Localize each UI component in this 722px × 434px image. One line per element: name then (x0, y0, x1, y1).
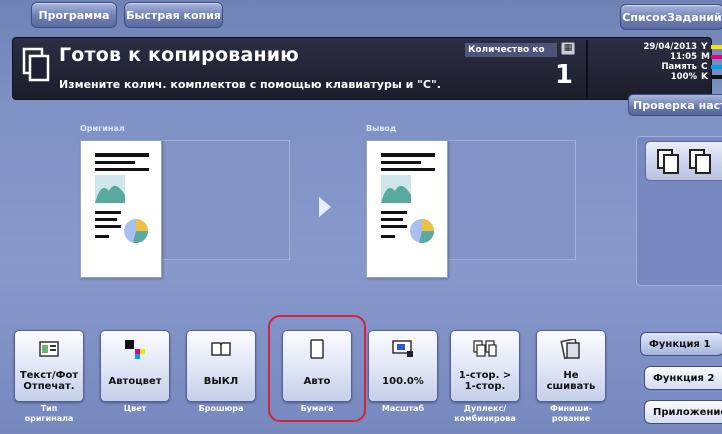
duplex-shortcut-button[interactable] (645, 141, 722, 181)
duplex-copy-icon (657, 149, 711, 174)
color-value: Автоцвет (108, 375, 162, 387)
arrow-right-icon (319, 197, 331, 217)
zoom-icon (392, 340, 413, 357)
booklet-button[interactable]: ВЫКЛ (186, 330, 256, 402)
original-type-icon (39, 341, 59, 357)
duplex-button[interactable]: 1-стор. > 1-стор. (450, 330, 520, 402)
status-bar: Готов к копированию Измените колич. комп… (12, 37, 722, 100)
toner-magenta: M (701, 52, 722, 62)
copy-quantity-value[interactable]: 1 (513, 60, 573, 90)
output-label: Вывод (366, 124, 397, 133)
tab-quick-copy[interactable]: Быстрая копия (124, 2, 223, 28)
copy-mode-panel (636, 136, 722, 286)
status-title: Готов к копированию (59, 44, 299, 66)
check-settings-button[interactable]: Проверка настро (628, 94, 722, 116)
device-info: 29/04/2013 11:05 Память 100% (615, 42, 697, 82)
copy-quantity-label: Количество ко (465, 43, 557, 57)
status-message: Измените колич. комплектов с помощью кла… (59, 78, 441, 91)
application-tab[interactable]: Приложение (644, 400, 722, 424)
toner-levels: Y M C K (701, 42, 722, 82)
color-icon (125, 340, 145, 359)
output-page-preview (366, 140, 448, 278)
toner-black: K (701, 72, 722, 82)
color-caption: Цвет (123, 404, 147, 413)
booklet-icon (211, 342, 231, 356)
zoom-button[interactable]: 100.0% (368, 330, 438, 402)
time-text: 11:05 (669, 52, 697, 62)
date-text: 29/04/2013 (643, 42, 697, 52)
booklet-value: ВЫКЛ (203, 375, 239, 387)
original-page-preview (80, 140, 162, 278)
document-thumbnail-icon (381, 153, 435, 243)
duplex-icon (473, 340, 497, 357)
finishing-caption: Финиши- рование (549, 404, 593, 423)
original-type-button[interactable]: Текст/Фот Отпечат. (14, 330, 84, 402)
finishing-value: Не сшивать (546, 370, 596, 392)
zoom-value: 100.0% (382, 375, 424, 387)
finishing-button[interactable]: Не сшивать (536, 330, 606, 402)
tab-program[interactable]: Программа (31, 2, 117, 28)
paper-button-highlight (268, 315, 366, 422)
original-type-value: Текст/Фот Отпечат. (19, 370, 79, 392)
toner-cyan: C (701, 62, 722, 72)
booklet-caption: Брошюра (198, 404, 244, 413)
copy-icon (22, 47, 50, 82)
copy-screen: Программа Быстрая копия СписокЗаданий Го… (0, 0, 722, 434)
zoom-caption: Масштаб (381, 404, 425, 413)
tab-job-list[interactable]: СписокЗаданий (620, 4, 722, 30)
status-divider (586, 40, 588, 97)
function-2-tab[interactable]: Функция 2 (644, 366, 722, 390)
memory-value: 100% (670, 72, 697, 82)
memory-label: Память (661, 62, 697, 72)
color-button[interactable]: Автоцвет (100, 330, 170, 402)
duplex-value: 1-стор. > 1-стор. (458, 370, 512, 392)
finishing-icon (560, 339, 580, 359)
keypad-icon[interactable]: ▦ (561, 42, 575, 55)
function-1-tab[interactable]: Функция 1 (640, 332, 722, 356)
original-label: Оригинал (80, 124, 125, 133)
toner-yellow: Y (701, 42, 722, 52)
document-thumbnail-icon (95, 153, 149, 243)
duplex-caption: Дуплекс/ комбинирова (454, 404, 516, 423)
original-type-caption: Тип оригинала (24, 404, 74, 423)
